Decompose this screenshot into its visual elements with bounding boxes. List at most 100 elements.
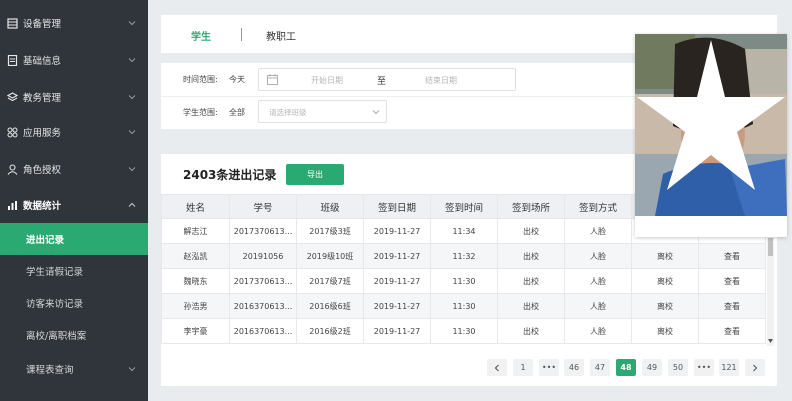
menu-label: 角色授权 [23, 165, 62, 176]
cell-time: 11:30 [430, 318, 498, 344]
menu-label: 教务管理 [23, 93, 62, 104]
submenu-label: 访客来访记录 [26, 299, 84, 310]
submenu-leave-records[interactable]: 学生请假记录 [0, 255, 148, 287]
sidebar: 设备管理 基础信息 教务管理 应用服务 角色授权 数据统计 进出记录 学生请假记… [0, 0, 148, 401]
cell-name: 赵泓凯 [161, 243, 230, 269]
chevron-down-icon [128, 95, 136, 100]
cell-class: 2017级3班 [296, 218, 364, 244]
chevron-down-icon [128, 21, 136, 26]
column-header: 签到时间 [430, 194, 498, 219]
cell-class: 2017级7班 [296, 268, 364, 294]
menu-roles[interactable]: 角色授权 [0, 151, 148, 187]
cell-student-id: 2017370613... [229, 218, 297, 244]
menu-statistics[interactable]: 数据统计 [0, 187, 148, 223]
class-select[interactable]: 请选择班级 [258, 100, 387, 123]
start-date-input[interactable]: 开始日期 [311, 75, 343, 86]
column-header: 学号 [229, 194, 297, 219]
tab-staff[interactable]: 教职工 [266, 28, 296, 43]
cell-name: 李宇豪 [161, 318, 230, 344]
menu-device-management[interactable]: 设备管理 [0, 5, 148, 41]
table-row: 魏晓东 2017370613... 2017级7班 2019-11-27 11:… [161, 268, 766, 294]
user-icon [6, 163, 18, 175]
cell-status: 离校 [631, 243, 699, 269]
menu-label: 数据统计 [23, 201, 62, 212]
view-link[interactable]: 查看 [698, 243, 766, 269]
cell-location: 出校 [497, 268, 565, 294]
submenu-visitor-records[interactable]: 访客来访记录 [0, 287, 148, 319]
submenu-label: 学生请假记录 [26, 267, 84, 278]
menu-timetable[interactable]: 课程表查询 [0, 353, 148, 385]
menu-app-services[interactable]: 应用服务 [0, 114, 148, 150]
menu-label: 设备管理 [23, 19, 62, 30]
cell-name: 解志江 [161, 218, 230, 244]
photo-preview-popup [635, 34, 787, 237]
cell-date: 2019-11-27 [363, 218, 431, 244]
date-range-picker[interactable]: 开始日期 至 结束日期 [258, 68, 516, 91]
cell-name: 魏晓东 [161, 268, 230, 294]
cell-method: 人脸 [564, 318, 632, 344]
cell-status: 离校 [631, 318, 699, 344]
cell-student-id: 2016370613... [229, 318, 297, 344]
cell-date: 2019-11-27 [363, 268, 431, 294]
cell-method: 人脸 [564, 243, 632, 269]
student-scope-value[interactable]: 全部 [229, 107, 245, 118]
device-icon [6, 17, 18, 29]
grid-icon [6, 126, 18, 138]
prev-page-button[interactable] [487, 359, 507, 376]
page-button[interactable]: 47 [590, 359, 610, 376]
view-link[interactable]: 查看 [698, 268, 766, 294]
page-button[interactable]: 121 [719, 359, 739, 376]
date-range-separator: 至 [377, 77, 387, 87]
menu-basic-info[interactable]: 基础信息 [0, 42, 148, 78]
cell-method: 人脸 [564, 293, 632, 319]
cell-location: 出校 [497, 218, 565, 244]
document-icon [6, 54, 18, 66]
layers-icon [6, 91, 18, 103]
submenu-access-records[interactable]: 进出记录 [0, 223, 148, 255]
column-header: 签到场所 [497, 194, 565, 219]
menu-academic[interactable]: 教务管理 [0, 79, 148, 115]
page-ellipsis[interactable]: ••• [694, 359, 714, 376]
scroll-down-arrow-icon[interactable] [768, 338, 773, 344]
export-button[interactable]: 导出 [286, 164, 344, 185]
cell-class: 2019级10班 [296, 243, 364, 269]
cell-class: 2016级6班 [296, 293, 364, 319]
page-button[interactable]: 1 [513, 359, 533, 376]
cell-student-id: 2016370613... [229, 293, 297, 319]
tab-divider [241, 28, 242, 41]
table-row: 赵泓凯 20191056 2019级10班 2019-11-27 11:32 出… [161, 243, 766, 269]
records-count-title: 2403条进出记录 [183, 168, 277, 182]
cell-time: 11:30 [430, 293, 498, 319]
chevron-right-icon [753, 364, 758, 371]
calendar-icon [267, 74, 278, 85]
page-button-current[interactable]: 48 [616, 359, 636, 376]
next-page-button[interactable] [745, 359, 765, 376]
submenu-leave-archive[interactable]: 离校/离职档案 [0, 319, 148, 351]
scrollbar-thumb[interactable] [768, 238, 773, 256]
menu-label: 课程表查询 [26, 365, 74, 376]
class-select-placeholder: 请选择班级 [269, 108, 307, 117]
page-button[interactable]: 50 [668, 359, 688, 376]
cell-date: 2019-11-27 [363, 318, 431, 344]
chevron-down-icon [128, 58, 136, 63]
cell-student-id: 2017370613... [229, 268, 297, 294]
cell-time: 11:30 [430, 268, 498, 294]
view-link[interactable]: 查看 [698, 293, 766, 319]
menu-label: 基础信息 [23, 56, 62, 67]
time-range-value[interactable]: 今天 [229, 74, 245, 85]
tab-student[interactable]: 学生 [191, 28, 211, 43]
end-date-input[interactable]: 结束日期 [425, 75, 457, 86]
chevron-left-icon [494, 364, 499, 371]
time-range-label: 时间范围: [183, 75, 218, 84]
cell-method: 人脸 [564, 268, 632, 294]
cell-name: 孙浩男 [161, 293, 230, 319]
view-link[interactable]: 查看 [698, 318, 766, 344]
table-row: 李宇豪 2016370613... 2016级2班 2019-11-27 11:… [161, 318, 766, 344]
cell-class: 2016级2班 [296, 318, 364, 344]
cell-time: 11:32 [430, 243, 498, 269]
chevron-down-icon [128, 167, 136, 172]
page-button[interactable]: 46 [564, 359, 584, 376]
page-button[interactable]: 49 [642, 359, 662, 376]
page-ellipsis[interactable]: ••• [539, 359, 559, 376]
cell-location: 出校 [497, 293, 565, 319]
